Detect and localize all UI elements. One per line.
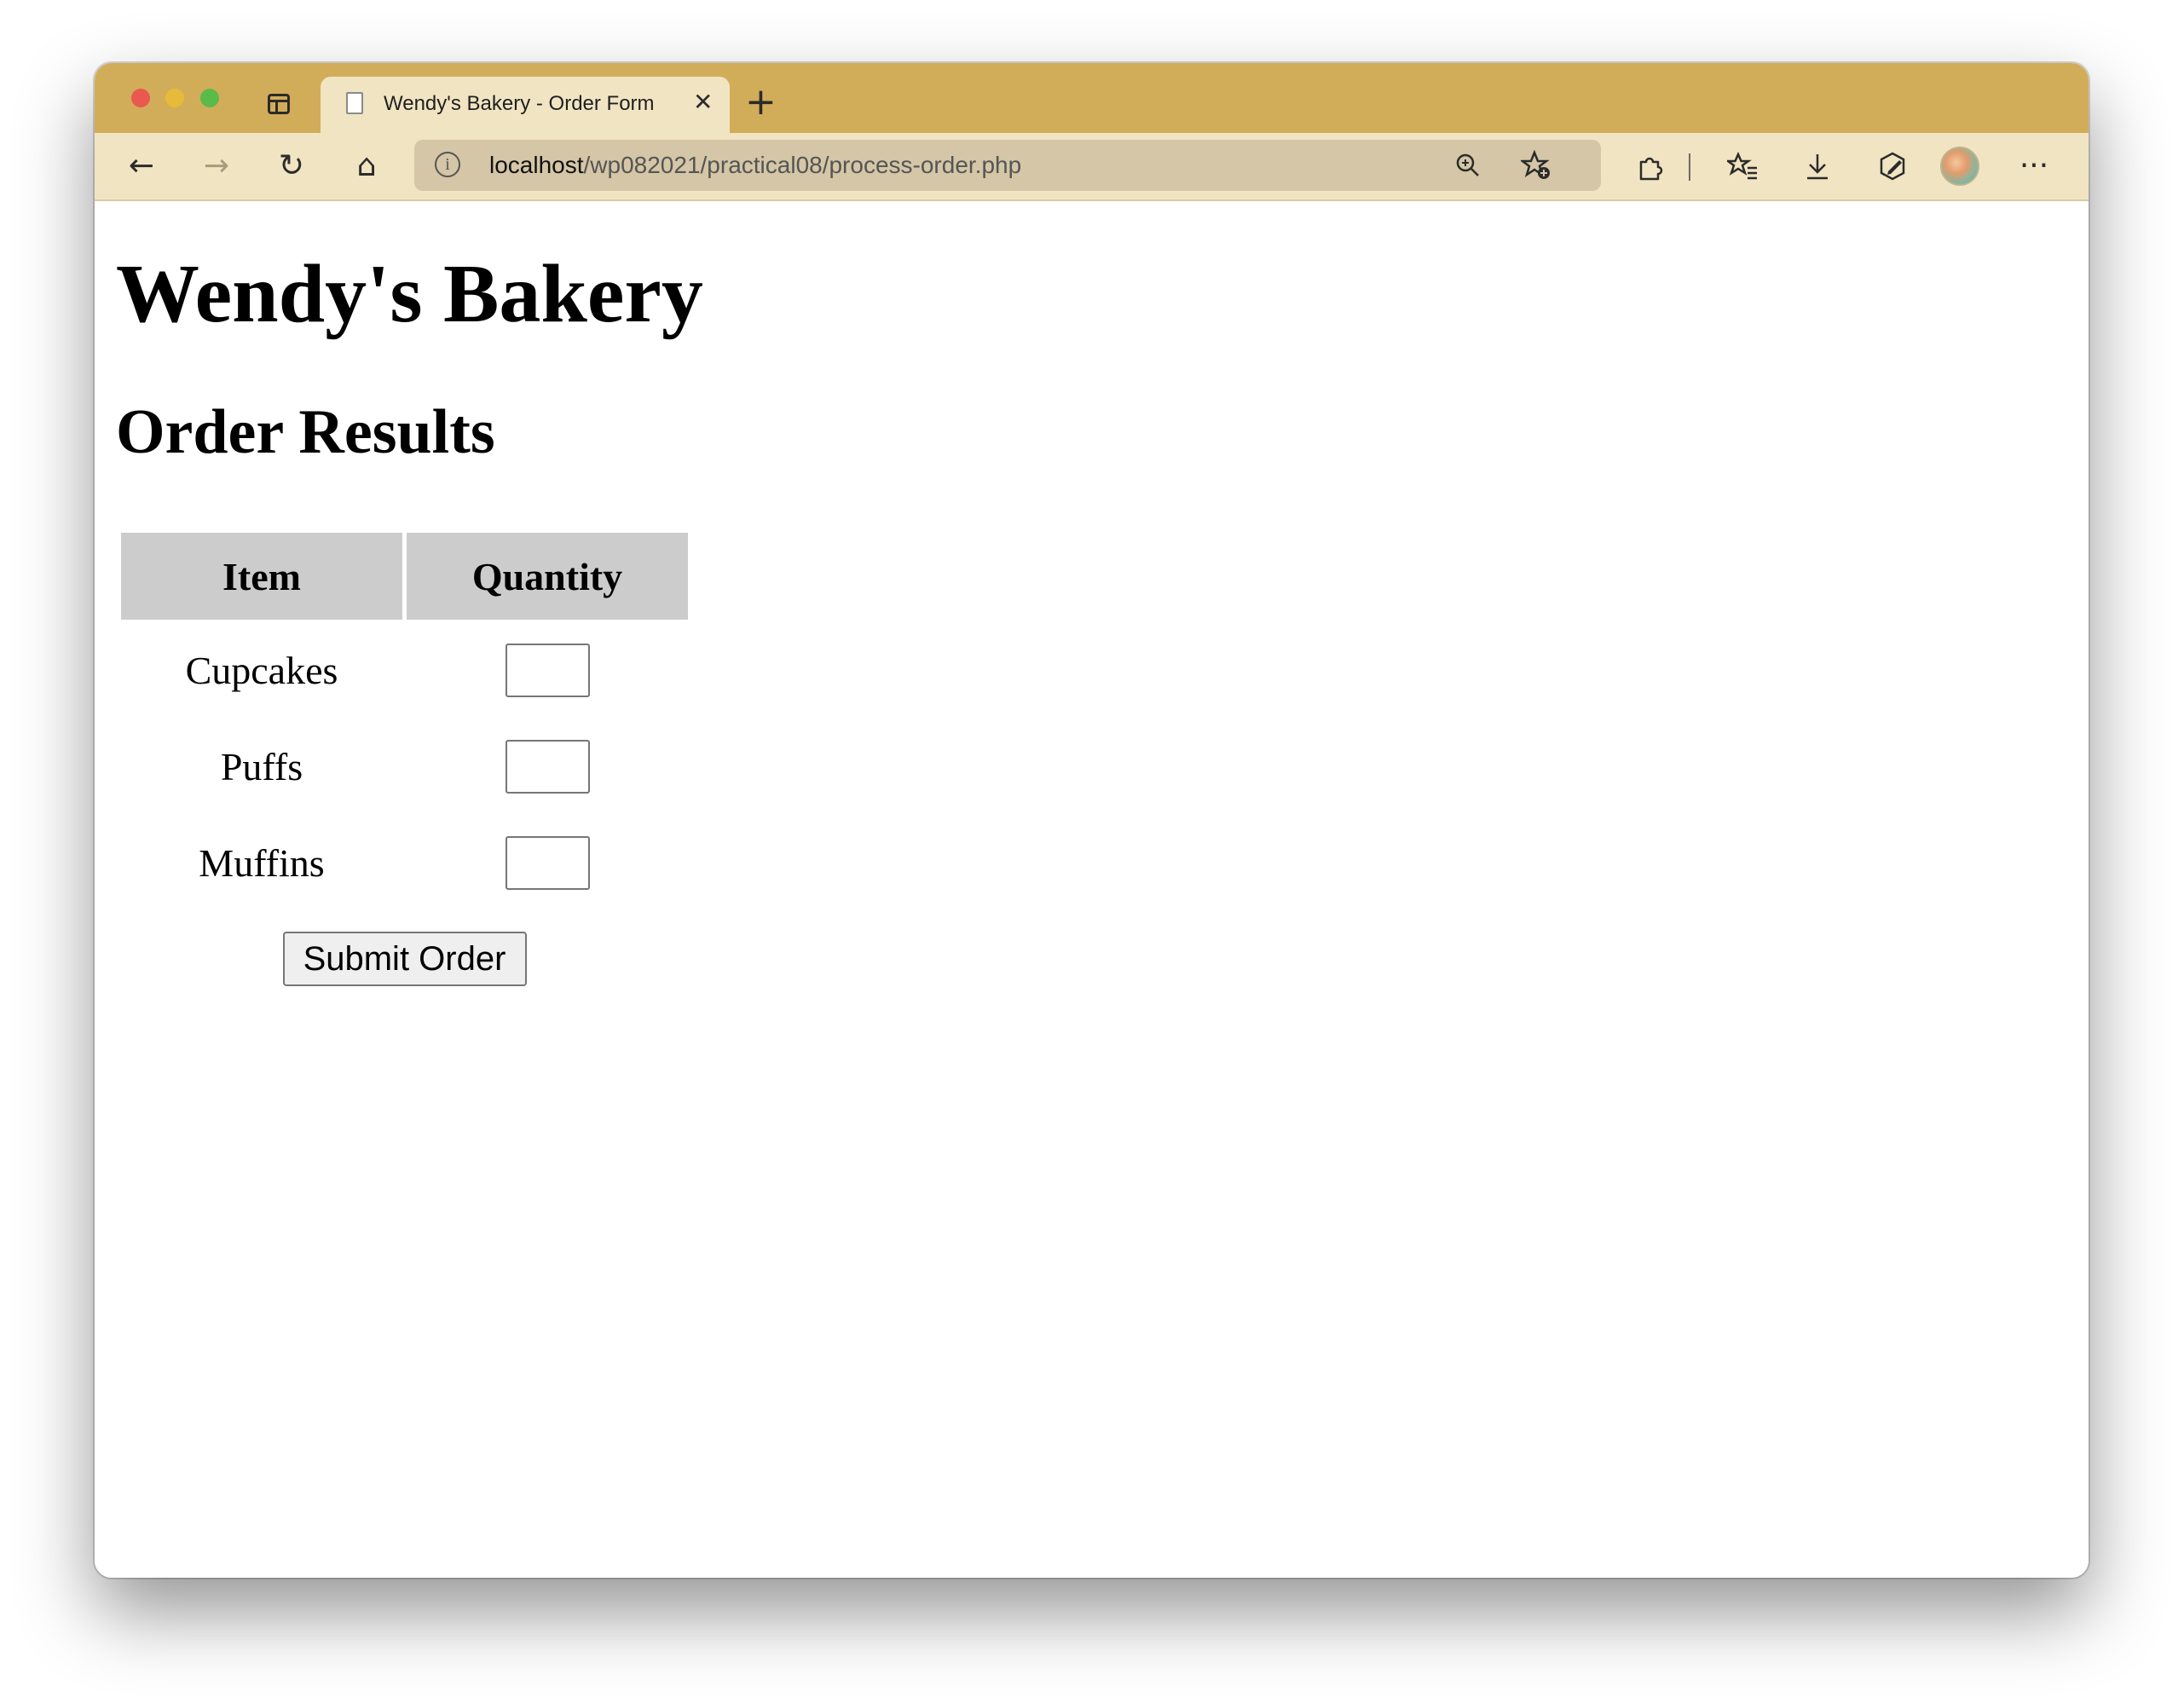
item-name-puffs: Puffs xyxy=(220,744,303,788)
quantity-cell xyxy=(407,817,688,909)
submit-row: Submit Order xyxy=(121,913,688,1005)
table-row: Puffs xyxy=(121,720,688,812)
tab-title: Wendy's Bakery - Order Form xyxy=(384,92,655,115)
item-name-muffins: Muffins xyxy=(199,840,325,885)
page-title: Wendy's Bakery xyxy=(116,248,703,340)
page-content: Wendy's Bakery Order Results Item Quanti… xyxy=(95,201,2089,1578)
site-info-icon[interactable]: i xyxy=(435,152,460,177)
address-bar[interactable]: i localhost/wp082021/practical08/process… xyxy=(414,140,1601,191)
order-table: Item Quantity Cupcakes Puffs Muffins Sub… xyxy=(117,528,692,1009)
column-header-quantity: Quantity xyxy=(407,533,688,620)
submit-order-button[interactable]: Submit Order xyxy=(282,932,527,986)
submit-cell: Submit Order xyxy=(121,913,688,1005)
profile-avatar[interactable] xyxy=(1940,147,1979,186)
downloads-icon[interactable] xyxy=(1796,145,1839,188)
url-text[interactable]: localhost/wp082021/practical08/process-o… xyxy=(489,152,1021,179)
close-window-button[interactable] xyxy=(131,89,150,107)
column-header-item: Item xyxy=(121,533,402,620)
toolbar-separator xyxy=(1689,153,1690,181)
table-row: Cupcakes xyxy=(121,624,688,716)
table-row: Muffins xyxy=(121,817,688,909)
item-name-cupcakes: Cupcakes xyxy=(185,648,338,692)
quantity-input-cupcakes[interactable] xyxy=(505,644,590,698)
reload-icon[interactable]: ↻ xyxy=(270,145,313,188)
url-path: /wp082021/practical08/process-order.php xyxy=(583,152,1022,178)
browser-window: Wendy's Bakery - Order Form ✕ + ← → ↻ ⌂ … xyxy=(95,63,2089,1578)
home-icon[interactable]: ⌂ xyxy=(345,145,388,188)
minimize-window-button[interactable] xyxy=(165,89,184,107)
tab-strip: Wendy's Bakery - Order Form ✕ + xyxy=(95,63,2089,133)
tab-active[interactable]: Wendy's Bakery - Order Form ✕ xyxy=(321,77,730,133)
favorites-icon[interactable] xyxy=(1721,145,1764,188)
url-host: localhost xyxy=(489,152,584,178)
zoom-window-button[interactable] xyxy=(200,89,219,107)
more-icon[interactable]: ··· xyxy=(2013,145,2055,188)
quantity-cell xyxy=(407,624,688,716)
extensions-icon[interactable] xyxy=(1629,145,1672,188)
quantity-input-muffins[interactable] xyxy=(505,836,590,891)
page-icon xyxy=(346,92,363,114)
page-subtitle: Order Results xyxy=(116,397,495,467)
quantity-cell xyxy=(407,720,688,812)
performance-icon[interactable] xyxy=(1871,145,1914,188)
forward-icon[interactable]: → xyxy=(195,145,238,188)
new-tab-icon[interactable]: + xyxy=(745,82,777,123)
quantity-input-puffs[interactable] xyxy=(505,740,590,794)
sidebar-tabs-icon[interactable] xyxy=(268,94,290,114)
back-icon[interactable]: ← xyxy=(120,145,163,188)
table-header-row: Item Quantity xyxy=(121,533,688,620)
zoom-icon[interactable] xyxy=(1449,147,1487,184)
add-favorite-icon[interactable] xyxy=(1517,147,1555,184)
browser-toolbar: ← → ↻ ⌂ i localhost/wp082021/practical08… xyxy=(95,133,2089,201)
tab-close-icon[interactable]: ✕ xyxy=(693,87,713,118)
